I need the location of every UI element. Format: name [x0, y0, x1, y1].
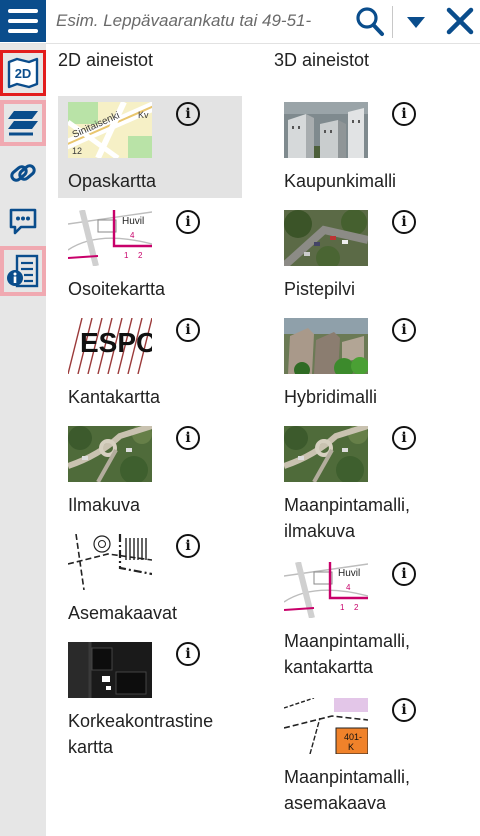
svg-text:Huvil: Huvil — [338, 568, 360, 579]
svg-text:2: 2 — [354, 603, 359, 612]
2d-map-icon: 2D — [7, 57, 39, 89]
svg-text:1: 1 — [124, 251, 129, 260]
layers-icon — [8, 111, 38, 136]
search-input[interactable] — [56, 6, 356, 36]
column-title-2d: 2D aineistot — [58, 50, 154, 70]
top-toolbar — [0, 0, 480, 44]
layer-card-hybridimalli[interactable]: i Hybridimalli — [274, 312, 458, 414]
info-icon[interactable]: i — [392, 698, 416, 722]
info-icon[interactable]: i — [176, 534, 200, 558]
sidebar-item-feedback[interactable] — [0, 198, 46, 244]
info-icon[interactable]: i — [176, 642, 200, 666]
svg-text:12: 12 — [72, 146, 82, 156]
svg-text:2: 2 — [138, 251, 143, 260]
layer-card-maanpintamalli-kantakartta[interactable]: Huvil 4 1 2 i Maanpintamalli, kantakartt… — [274, 556, 458, 686]
svg-text:Kv: Kv — [138, 110, 149, 120]
layer-label: Maanpintamalli, ilmakuva — [284, 495, 411, 541]
layer-thumbnail: Huvil 4 1 2 — [68, 210, 152, 266]
layer-thumbnail — [284, 210, 368, 266]
sidebar-item-layers[interactable] — [0, 100, 46, 146]
layers-button-inner — [4, 104, 42, 142]
magnifier-icon — [356, 7, 384, 36]
link-icon — [10, 164, 36, 182]
info-icon[interactable]: i — [392, 426, 416, 450]
layer-label: Pistepilvi — [284, 279, 356, 299]
info-icon[interactable]: i — [176, 318, 200, 342]
column-title-3d: 3D aineistot — [274, 50, 370, 70]
layer-label: Asemakaavat — [68, 603, 178, 623]
svg-text:K: K — [348, 742, 354, 752]
sidebar-item-share-link[interactable] — [0, 150, 46, 196]
2d-label: 2D — [15, 66, 32, 81]
layer-card-korkeakontrastinen[interactable]: i Korkeakontrastine kartta — [58, 636, 242, 766]
layer-thumbnail — [68, 426, 152, 482]
info-icon[interactable]: i — [392, 102, 416, 126]
layer-label: Osoitekartta — [68, 279, 166, 299]
layer-label: Maanpintamalli, asemakaava — [284, 767, 411, 813]
layer-card-maanpintamalli-ilmakuva[interactable]: i Maanpintamalli, ilmakuva — [274, 420, 458, 550]
layer-card-pistepilvi[interactable]: i Pistepilvi — [274, 204, 458, 306]
layer-thumbnail — [284, 102, 368, 158]
layer-label: Hybridimalli — [284, 387, 378, 407]
layer-label: Kaupunkimalli — [284, 171, 397, 191]
search-options-dropdown[interactable] — [402, 6, 430, 38]
layer-card-osoitekartta[interactable]: Huvil 4 1 2 i Osoitekartta — [58, 204, 242, 306]
info-icon[interactable]: i — [176, 210, 200, 234]
layer-card-kantakartta[interactable]: ESPO i Kantakartta — [58, 312, 242, 414]
layer-thumbnail — [68, 642, 152, 698]
toolbar-divider — [392, 6, 393, 38]
layer-label: Maanpintamalli, kantakartta — [284, 631, 411, 677]
info-icon[interactable]: i — [176, 102, 200, 126]
layer-thumbnail — [284, 318, 368, 374]
menu-bar — [8, 29, 38, 33]
info-button-inner — [4, 250, 42, 292]
hamburger-menu-icon[interactable] — [0, 0, 46, 42]
caret-down-icon — [407, 17, 425, 28]
layer-label: Korkeakontrastine kartta — [68, 711, 214, 757]
sidebar-item-2d-map[interactable]: 2D — [0, 50, 46, 96]
layer-card-kaupunkimalli[interactable]: i Kaupunkimalli — [274, 96, 458, 198]
map-layers-panel: 2D aineistot 3D aineistot Sinitaisenki 1… — [56, 44, 480, 836]
layer-thumbnail: Sinitaisenki 12 Kv — [68, 102, 152, 158]
svg-text:1: 1 — [340, 603, 345, 612]
layer-card-asemakaavat[interactable]: i Asemakaavat — [58, 528, 242, 630]
svg-text:4: 4 — [130, 231, 135, 240]
svg-text:401-: 401- — [344, 732, 362, 742]
layer-thumbnail: 401- K — [284, 698, 368, 754]
info-icon[interactable]: i — [392, 318, 416, 342]
layer-label: Opaskartta — [68, 171, 157, 191]
sidebar-item-info[interactable] — [0, 246, 46, 296]
layer-card-maanpintamalli-asemakaava[interactable]: 401- K i Maanpintamalli, asemakaava — [274, 692, 458, 822]
svg-text:Huvil: Huvil — [122, 216, 144, 227]
feedback-icon — [9, 208, 37, 235]
svg-text:ESPO: ESPO — [80, 327, 152, 358]
info-icon[interactable]: i — [392, 210, 416, 234]
svg-text:4: 4 — [346, 583, 351, 592]
close-button[interactable] — [444, 4, 476, 38]
info-icon[interactable]: i — [392, 562, 416, 586]
sidebar: 2D — [0, 44, 46, 836]
info-icon[interactable]: i — [176, 426, 200, 450]
layer-label: Kantakartta — [68, 387, 161, 407]
layer-thumbnail: ESPO — [68, 318, 152, 374]
layer-thumbnail — [68, 534, 152, 590]
info-list-icon — [7, 254, 39, 288]
layer-thumbnail: Huvil 4 1 2 — [284, 562, 368, 618]
menu-bar — [8, 9, 38, 13]
search-button[interactable] — [354, 4, 386, 38]
layer-thumbnail — [284, 426, 368, 482]
menu-bar — [8, 19, 38, 23]
close-x-icon — [446, 7, 474, 35]
layer-card-opaskartta[interactable]: Sinitaisenki 12 Kv i Opaskartta — [58, 96, 242, 198]
layer-card-ilmakuva[interactable]: i Ilmakuva — [58, 420, 242, 522]
layer-label: Ilmakuva — [68, 495, 141, 515]
